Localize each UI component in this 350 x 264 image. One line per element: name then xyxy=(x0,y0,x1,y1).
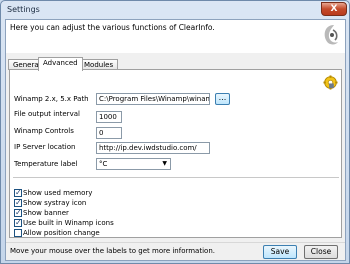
winamp-controls-label[interactable]: Winamp Controls xyxy=(14,127,74,135)
winamp-controls-input[interactable]: 0 xyxy=(96,127,122,139)
section-divider xyxy=(13,177,339,178)
checkbox-label: Show banner xyxy=(23,209,69,217)
temperature-label-value: °C xyxy=(99,160,108,168)
settings-window: Settings X Here you can adjust the vario… xyxy=(0,0,350,264)
file-output-interval-label[interactable]: File output interval xyxy=(14,110,80,118)
close-button[interactable]: Close xyxy=(304,245,338,259)
checkbox-box[interactable] xyxy=(14,229,22,237)
ip-server-location-input[interactable]: http://ip.dev.iwdstudio.com/ xyxy=(96,142,210,154)
browse-button[interactable]: ... xyxy=(215,93,230,105)
temperature-label-label[interactable]: Temperature label xyxy=(14,160,78,168)
save-button[interactable]: Save xyxy=(263,245,297,259)
checkbox-label: Use built in Winamp icons xyxy=(23,219,114,227)
use-built-in-winamp-icons-checkbox[interactable]: Use built in Winamp icons xyxy=(14,218,114,227)
winamp-path-label[interactable]: Winamp 2.x, 5.x Path xyxy=(14,95,89,103)
status-text: Move your mouse over the labels to get m… xyxy=(10,247,215,255)
allow-position-change-checkbox[interactable]: Allow position change xyxy=(14,228,100,237)
dialog-client-area: Here you can adjust the various function… xyxy=(5,19,346,261)
show-used-memory-checkbox[interactable]: Show used memory xyxy=(14,188,92,197)
checkbox-box[interactable] xyxy=(14,188,22,197)
advanced-tab-panel: Winamp 2.x, 5.x Path C:\Program Files\Wi… xyxy=(9,69,342,238)
show-systray-icon-checkbox[interactable]: Show systray icon xyxy=(14,198,86,207)
clearinfo-logo-icon xyxy=(324,25,338,45)
header-description: Here you can adjust the various function… xyxy=(10,23,215,32)
header-banner: Here you can adjust the various function… xyxy=(6,20,345,53)
checkbox-label: Allow position change xyxy=(23,229,100,237)
checkbox-label: Show used memory xyxy=(23,189,93,197)
status-bar: Move your mouse over the labels to get m… xyxy=(6,242,345,260)
checkbox-box[interactable] xyxy=(14,198,22,207)
title-bar[interactable]: Settings X xyxy=(1,1,349,19)
checkbox-box[interactable] xyxy=(14,218,22,227)
checkbox-label: Show systray icon xyxy=(23,199,87,207)
window-close-button[interactable]: X xyxy=(321,2,347,16)
file-output-interval-input[interactable]: 1000 xyxy=(96,111,122,123)
checkbox-box[interactable] xyxy=(14,208,22,217)
window-title: Settings xyxy=(7,5,40,14)
show-banner-checkbox[interactable]: Show banner xyxy=(14,208,69,217)
tab-advanced[interactable]: Advanced xyxy=(38,57,83,71)
gear-icon xyxy=(323,75,338,90)
temperature-label-select[interactable]: °C ▼ xyxy=(96,158,171,170)
winamp-path-input[interactable]: C:\Program Files\Winamp\winamp.e xyxy=(96,93,210,105)
chevron-down-icon: ▼ xyxy=(162,160,167,167)
ip-server-location-label[interactable]: IP Server location xyxy=(14,143,75,151)
